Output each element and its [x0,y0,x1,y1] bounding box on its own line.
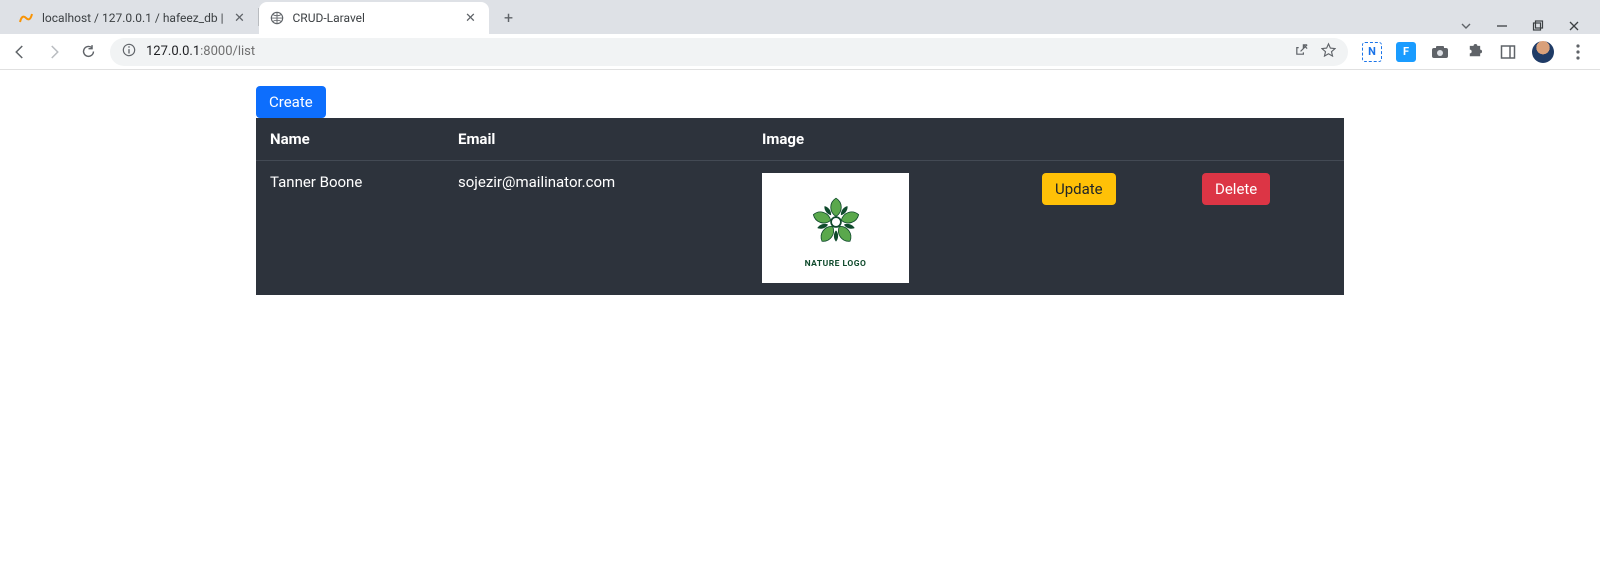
tab-inactive[interactable]: localhost / 127.0.0.1 / hafeez_db | ✕ [8,2,258,34]
page-body: Create Name Email Image T [0,70,1600,295]
phpmyadmin-icon [18,10,34,26]
column-header-email: Email [446,118,750,161]
side-panel-icon[interactable] [1498,42,1518,62]
back-button[interactable] [8,40,32,64]
tab-title: CRUD-Laravel [293,11,455,25]
forward-button[interactable] [42,40,66,64]
chevron-down-icon[interactable] [1458,18,1474,34]
create-button[interactable]: Create [256,86,326,118]
camera-icon[interactable] [1430,42,1450,62]
address-bar[interactable]: 127.0.0.1:8000/list [110,38,1348,66]
window-controls [1440,18,1600,34]
column-header-name: Name [256,118,446,161]
cell-email: sojezir@mailinator.com [446,161,750,296]
maximize-icon[interactable] [1530,18,1546,34]
cell-image: NATURE LOGO [750,161,1030,296]
update-button[interactable]: Update [1042,173,1116,205]
url-path: /list [233,44,256,59]
close-icon[interactable]: ✕ [463,10,479,26]
delete-button[interactable]: Delete [1202,173,1270,205]
reload-button[interactable] [76,40,100,64]
close-icon[interactable]: ✕ [232,10,248,26]
content-container: Create Name Email Image T [256,86,1344,295]
tab-strip: localhost / 127.0.0.1 / hafeez_db | ✕ CR… [0,0,1600,34]
column-header-image: Image [750,118,1030,161]
table-row: Tanner Boone sojezir@mailinator.com [256,161,1344,296]
minimize-icon[interactable] [1494,18,1510,34]
extension-nimbus-icon[interactable]: N [1362,42,1382,62]
kebab-menu-icon[interactable] [1568,42,1588,62]
image-caption: NATURE LOGO [805,259,867,269]
tab-title: localhost / 127.0.0.1 / hafeez_db | [42,11,224,25]
avatar[interactable] [1532,41,1554,63]
new-tab-button[interactable]: + [495,3,523,31]
table-header-row: Name Email Image [256,118,1344,161]
browser-toolbar: 127.0.0.1:8000/list N F [0,34,1600,70]
extensions-bar: N F [1358,41,1592,63]
share-icon[interactable] [1294,42,1309,61]
globe-icon [269,10,285,26]
bookmark-icon[interactable] [1321,42,1336,61]
extensions-puzzle-icon[interactable] [1464,42,1484,62]
nature-logo-icon [801,187,871,257]
url-port: :8000 [200,44,232,59]
url-host: 127.0.0.1 [146,44,200,59]
extension-f-icon[interactable]: F [1396,42,1416,62]
image-thumbnail: NATURE LOGO [762,173,909,283]
url-text: 127.0.0.1:8000/list [146,44,255,59]
cell-name: Tanner Boone [256,161,446,296]
site-info-icon[interactable] [122,43,136,61]
close-window-icon[interactable] [1566,18,1582,34]
tab-active[interactable]: CRUD-Laravel ✕ [259,2,489,34]
records-table: Name Email Image Tanner Boone sojezir@ma… [256,118,1344,295]
browser-chrome: localhost / 127.0.0.1 / hafeez_db | ✕ CR… [0,0,1600,70]
